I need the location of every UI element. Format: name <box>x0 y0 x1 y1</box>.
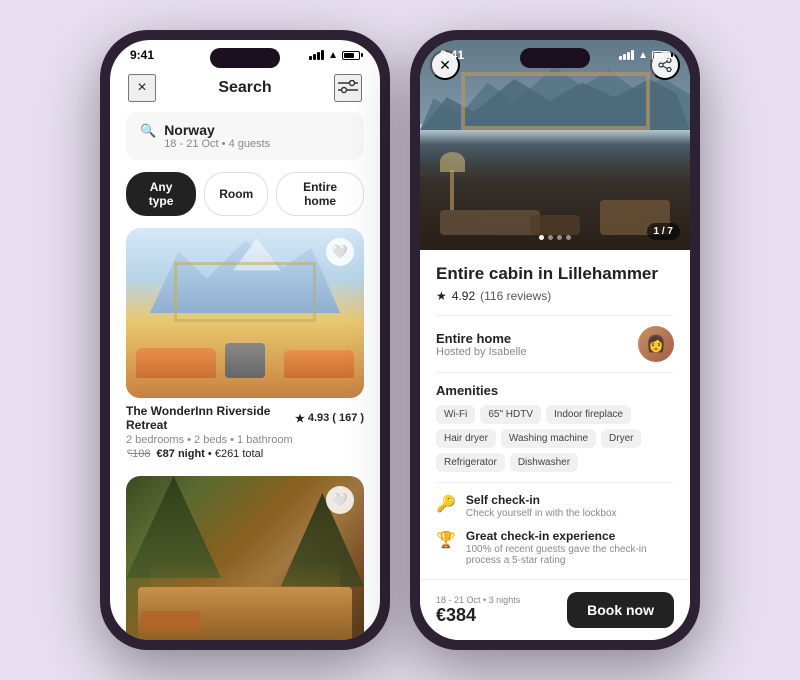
search-detail: 18 - 21 Oct • 4 guests <box>164 138 270 150</box>
divider-1 <box>436 315 674 316</box>
listings-container: 🤍 The WonderInn Riverside Retreat ★ 4.93… <box>110 228 380 640</box>
checkin-title: Self check-in <box>466 493 617 507</box>
listing-title: Entire cabin in Lillehammer <box>436 264 674 284</box>
amenity-washer: Washing machine <box>501 429 596 448</box>
book-now-button[interactable]: Book now <box>567 592 674 628</box>
filter-room[interactable]: Room <box>204 172 268 216</box>
search-bar[interactable]: 🔍 Norway 18 - 21 Oct • 4 guests <box>126 112 364 160</box>
listing-info-1: The WonderInn Riverside Retreat ★ 4.93 (… <box>126 398 364 460</box>
host-avatar: 👩 <box>638 326 674 362</box>
status-icons-right: ▲ <box>619 50 670 61</box>
search-title: Search <box>218 79 271 97</box>
star-checkin-icon: 🏆 <box>436 530 456 550</box>
battery-right-icon <box>652 51 670 60</box>
amenity-hairdryer: Hair dryer <box>436 429 496 448</box>
photo-dots <box>539 235 571 240</box>
checkin-icon: 🔑 <box>436 494 456 514</box>
listing-beds-1: 2 bedrooms • 2 beds • 1 bathroom <box>126 434 364 446</box>
search-location: Norway <box>164 122 270 138</box>
listing-name-1: The WonderInn Riverside Retreat <box>126 404 295 432</box>
footer-price: €384 <box>436 605 520 626</box>
listing-rating-1: ★ 4.93 (167) <box>295 412 364 425</box>
listing-card-1[interactable]: 🤍 The WonderInn Riverside Retreat ★ 4.93… <box>126 228 364 460</box>
dynamic-island-right <box>520 48 590 68</box>
star-icon: ★ <box>436 289 447 303</box>
amenity-hdtv: 65" HDTV <box>480 405 541 424</box>
time-left: 9:41 <box>130 48 154 62</box>
amenities-title: Amenities <box>436 383 674 398</box>
amenity-fridge: Refrigerator <box>436 453 505 472</box>
search-icon: 🔍 <box>140 123 156 139</box>
divider-3 <box>436 482 674 483</box>
photo-counter: 1 / 7 <box>647 223 680 240</box>
type-filters: Any type Room Entire home <box>110 172 380 228</box>
host-type: Entire home <box>436 331 527 346</box>
amenity-wifi: Wi-Fi <box>436 405 475 424</box>
host-name: Hosted by Isabelle <box>436 346 527 358</box>
signal-right-icon <box>619 50 634 60</box>
detail-hero-image: ✕ 1 / 7 <box>420 40 690 250</box>
left-phone: 9:41 ▲ × <box>100 30 390 650</box>
listing-price-1: €108 €87 night • €261 total <box>126 448 364 460</box>
time-right: 9:41 <box>440 48 464 62</box>
filter-button[interactable] <box>334 74 362 102</box>
host-row: Entire home Hosted by Isabelle 👩 <box>436 326 674 362</box>
amenity-tags: Wi-Fi 65" HDTV Indoor fireplace Hair dry… <box>436 405 674 472</box>
divider-2 <box>436 372 674 373</box>
detail-rating: ★ 4.92 (116 reviews) <box>436 289 674 303</box>
detail-footer: 18 - 21 Oct • 3 nights €384 Book now <box>420 579 690 640</box>
signal-icon <box>309 50 324 60</box>
right-phone: 9:41 ▲ <box>410 30 700 650</box>
status-icons-left: ▲ <box>309 50 360 61</box>
filter-entire-home[interactable]: Entire home <box>276 172 364 216</box>
right-screen: 9:41 ▲ <box>420 40 690 640</box>
search-header: × Search <box>110 66 380 112</box>
great-checkin-desc: 100% of recent guests gave the check-in … <box>466 544 674 566</box>
self-checkin-row: 🔑 Self check-in Check yourself in with t… <box>436 493 674 519</box>
listing-image-2: 🤍 <box>126 476 364 640</box>
great-checkin-row: 🏆 Great check-in experience 100% of rece… <box>436 529 674 566</box>
wifi-icon: ▲ <box>328 50 338 61</box>
footer-dates: 18 - 21 Oct • 3 nights <box>436 595 520 605</box>
dynamic-island-left <box>210 48 280 68</box>
listing-image-1: 🤍 <box>126 228 364 398</box>
filter-icon <box>338 80 358 96</box>
close-button[interactable]: × <box>128 74 156 102</box>
listing-card-2[interactable]: 🤍 <box>126 476 364 640</box>
rating-value: 4.92 <box>452 289 475 303</box>
reviews-count: (116 reviews) <box>480 289 551 303</box>
filter-any-type[interactable]: Any type <box>126 172 196 216</box>
battery-icon <box>342 51 360 60</box>
amenity-dishwasher: Dishwasher <box>510 453 578 472</box>
amenities-section: Amenities Wi-Fi 65" HDTV Indoor fireplac… <box>436 383 674 472</box>
amenity-dryer: Dryer <box>601 429 641 448</box>
checkin-desc: Check yourself in with the lockbox <box>466 508 617 519</box>
great-checkin-title: Great check-in experience <box>466 529 674 543</box>
left-screen: 9:41 ▲ × <box>110 40 380 640</box>
wishlist-button-1[interactable]: 🤍 <box>326 238 354 266</box>
amenity-fireplace: Indoor fireplace <box>546 405 631 424</box>
wishlist-button-2[interactable]: 🤍 <box>326 486 354 514</box>
wifi-right-icon: ▲ <box>638 50 648 61</box>
